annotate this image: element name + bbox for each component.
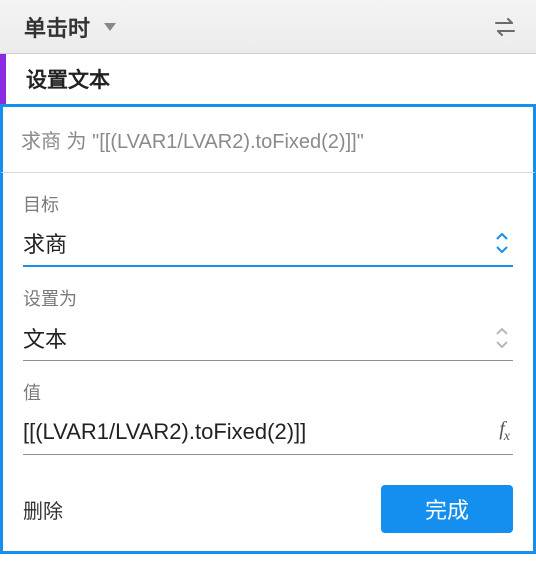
action-form: 目标 求商 设置为 文本 值 fx [0,172,536,554]
action-title: 设置文本 [26,64,110,94]
value-input-row: fx [23,411,513,455]
action-row[interactable]: 设置文本 [0,54,536,104]
field-target: 目标 求商 [23,191,513,267]
event-header[interactable]: 单击时 [0,0,536,54]
spinner-icon [491,233,513,253]
target-select[interactable]: 求商 [23,223,513,267]
swap-icon[interactable] [494,17,516,37]
spinner-icon [491,328,513,348]
field-value: 值 fx [23,379,513,455]
caret-down-icon [104,23,116,31]
set-as-select[interactable]: 文本 [23,317,513,361]
done-button[interactable]: 完成 [381,485,513,533]
set-as-value: 文本 [23,322,491,354]
field-set-as: 设置为 文本 [23,285,513,361]
event-label: 单击时 [24,11,90,43]
action-summary: 求商 为 "[[(LVAR1/LVAR2).toFixed(2)]]" [0,104,536,172]
target-value: 求商 [23,227,491,259]
fx-icon[interactable]: fx [491,418,513,445]
interaction-panel: 单击时 设置文本 求商 为 "[[(LVAR1/LVAR2).toFixed(2… [0,0,536,554]
field-value-label: 值 [23,379,513,405]
field-set-as-label: 设置为 [23,285,513,311]
field-target-label: 目标 [23,191,513,217]
value-input[interactable] [23,419,491,445]
delete-link[interactable]: 删除 [23,495,63,524]
form-footer: 删除 完成 [23,485,513,533]
